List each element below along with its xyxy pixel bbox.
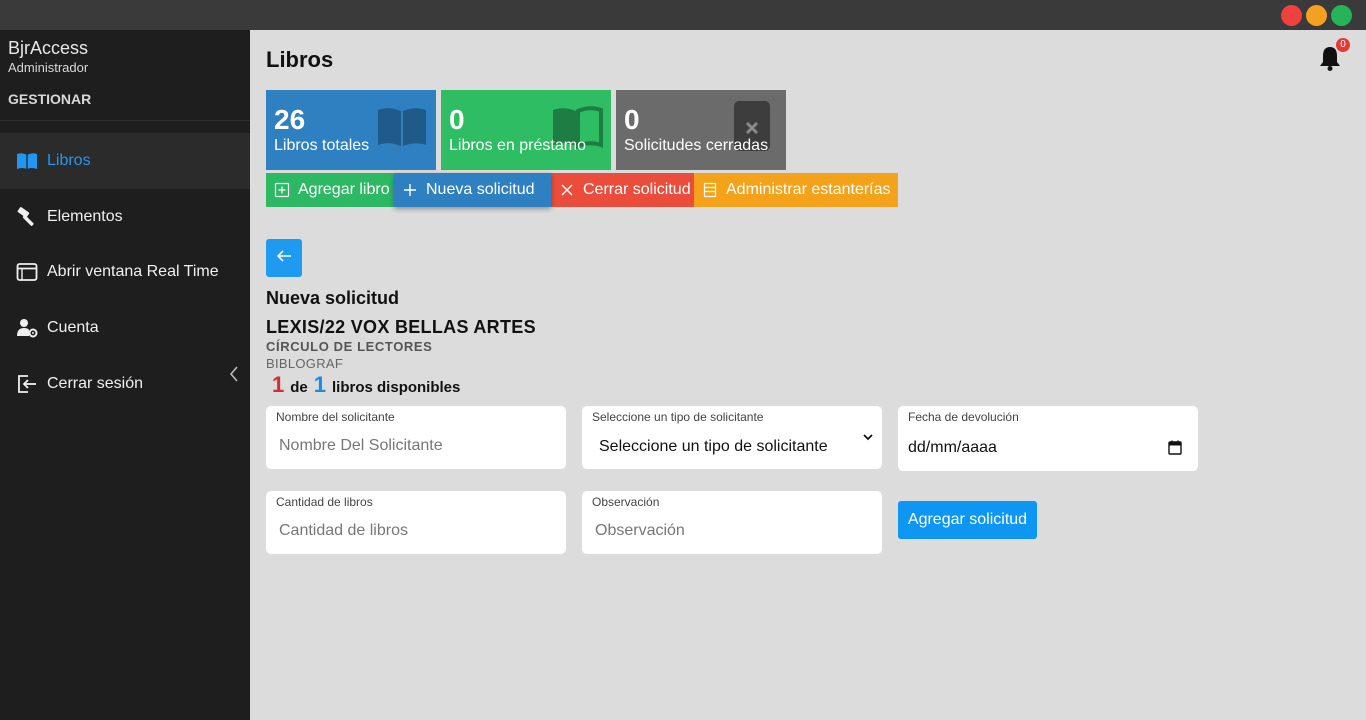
sidebar-item-cuenta[interactable]: Cuenta xyxy=(0,300,250,356)
chevron-down-icon xyxy=(862,430,874,442)
window-minimize-button[interactable] xyxy=(1306,5,1327,26)
stat-card-loaned-books: 0 Libros en préstamo xyxy=(441,90,611,170)
shelf-icon xyxy=(702,182,718,198)
add-book-icon xyxy=(274,182,290,198)
field-label: Seleccione un tipo de solicitante xyxy=(592,410,764,424)
stat-label: Libros en préstamo xyxy=(449,137,586,154)
sidebar-item-label: Abrir ventana Real Time xyxy=(47,263,219,280)
back-button[interactable] xyxy=(266,239,302,277)
total-count: 1 xyxy=(313,372,327,397)
sidebar-item-label: Libros xyxy=(47,152,91,169)
manage-shelves-button[interactable]: Administrar estanterías xyxy=(694,173,898,207)
section-label: GESTIONAR xyxy=(8,91,92,107)
book-title: LEXIS/22 VOX BELLAS ARTES xyxy=(266,317,536,337)
open-book-icon xyxy=(376,100,428,152)
plus-icon xyxy=(402,182,418,198)
observation-field[interactable]: Observación Observación xyxy=(582,491,882,554)
return-date-input[interactable]: dd/mm/aaaa xyxy=(908,439,997,457)
manage-shelves-label: Administrar estanterías xyxy=(726,181,891,198)
requester-type-value[interactable]: Seleccione un tipo de solicitante xyxy=(599,438,828,456)
sidebar: BjrAccess Administrador GESTIONAR Libros… xyxy=(0,30,250,720)
availability-suffix: libros disponibles xyxy=(332,379,461,396)
field-label: Cantidad de libros xyxy=(276,495,373,509)
window-maximize-button[interactable] xyxy=(1331,5,1352,26)
stat-value: 26 xyxy=(274,104,306,135)
book-icon xyxy=(16,150,38,172)
stat-value: 0 xyxy=(624,104,640,135)
close-request-button[interactable]: Cerrar solicitud xyxy=(551,173,694,207)
user-gear-icon xyxy=(16,317,38,339)
app-name: BjrAccess xyxy=(8,38,89,58)
logout-icon xyxy=(16,373,38,395)
available-count: 1 xyxy=(272,372,285,397)
add-book-button[interactable]: Agregar libro xyxy=(266,173,394,207)
stat-card-total-books: 26 Libros totales xyxy=(266,90,436,170)
new-request-button[interactable]: Nueva solicitud xyxy=(394,173,551,207)
window-icon xyxy=(16,261,38,283)
availability-line: 1 de 1 libros disponibles xyxy=(272,372,460,398)
stat-label: Libros totales xyxy=(274,137,370,154)
sidebar-divider xyxy=(0,120,250,121)
window-titlebar xyxy=(0,0,1366,30)
new-request-label: Nueva solicitud xyxy=(426,181,535,198)
window-close-button[interactable] xyxy=(1281,5,1302,26)
availability-of: de xyxy=(290,379,308,396)
notification-count-badge: 0 xyxy=(1336,38,1350,52)
x-icon xyxy=(559,182,575,198)
field-label: Observación xyxy=(592,495,660,509)
add-request-button[interactable]: Agregar solicitud xyxy=(898,501,1037,539)
field-label: Nombre del solicitante xyxy=(276,410,395,424)
page-title: Libros xyxy=(266,47,334,72)
requester-type-select[interactable]: Seleccione un tipo de solicitante Selecc… xyxy=(582,406,882,469)
field-label: Fecha de devolución xyxy=(908,410,1019,424)
add-book-label: Agregar libro xyxy=(298,181,390,198)
calendar-icon[interactable] xyxy=(1168,440,1182,455)
book-quantity-input[interactable]: Cantidad de libros xyxy=(279,522,408,540)
sidebar-item-libros[interactable]: Libros xyxy=(0,133,250,189)
sidebar-item-elementos[interactable]: Elementos xyxy=(0,189,250,245)
stat-value: 0 xyxy=(449,104,465,135)
book-quantity-field[interactable]: Cantidad de libros Cantidad de libros xyxy=(266,491,566,554)
arrow-left-icon xyxy=(276,249,292,268)
collapse-sidebar-icon[interactable] xyxy=(226,364,242,384)
requester-name-field[interactable]: Nombre del solicitante Nombre Del Solici… xyxy=(266,406,566,469)
stat-label: Solicitudes cerradas xyxy=(624,137,769,154)
requester-name-input[interactable]: Nombre Del Solicitante xyxy=(279,437,443,455)
sidebar-item-label: Cuenta xyxy=(47,319,99,336)
hammer-icon xyxy=(16,206,38,228)
return-date-field[interactable]: Fecha de devolución dd/mm/aaaa xyxy=(898,406,1198,471)
sidebar-item-label: Elementos xyxy=(47,208,123,225)
close-request-label: Cerrar solicitud xyxy=(583,181,691,198)
book-publisher: BIBLOGRAF xyxy=(266,356,344,371)
sidebar-item-logout[interactable]: Cerrar sesión xyxy=(0,356,250,412)
sidebar-item-label: Cerrar sesión xyxy=(47,375,144,392)
stat-card-closed-requests: 0 Solicitudes cerradas xyxy=(616,90,786,170)
sidebar-item-real-time[interactable]: Abrir ventana Real Time xyxy=(0,244,250,300)
user-role: Administrador xyxy=(8,60,89,75)
observation-input[interactable]: Observación xyxy=(595,522,685,540)
book-author: CÍRCULO DE LECTORES xyxy=(266,339,433,354)
form-title: Nueva solicitud xyxy=(266,288,400,308)
